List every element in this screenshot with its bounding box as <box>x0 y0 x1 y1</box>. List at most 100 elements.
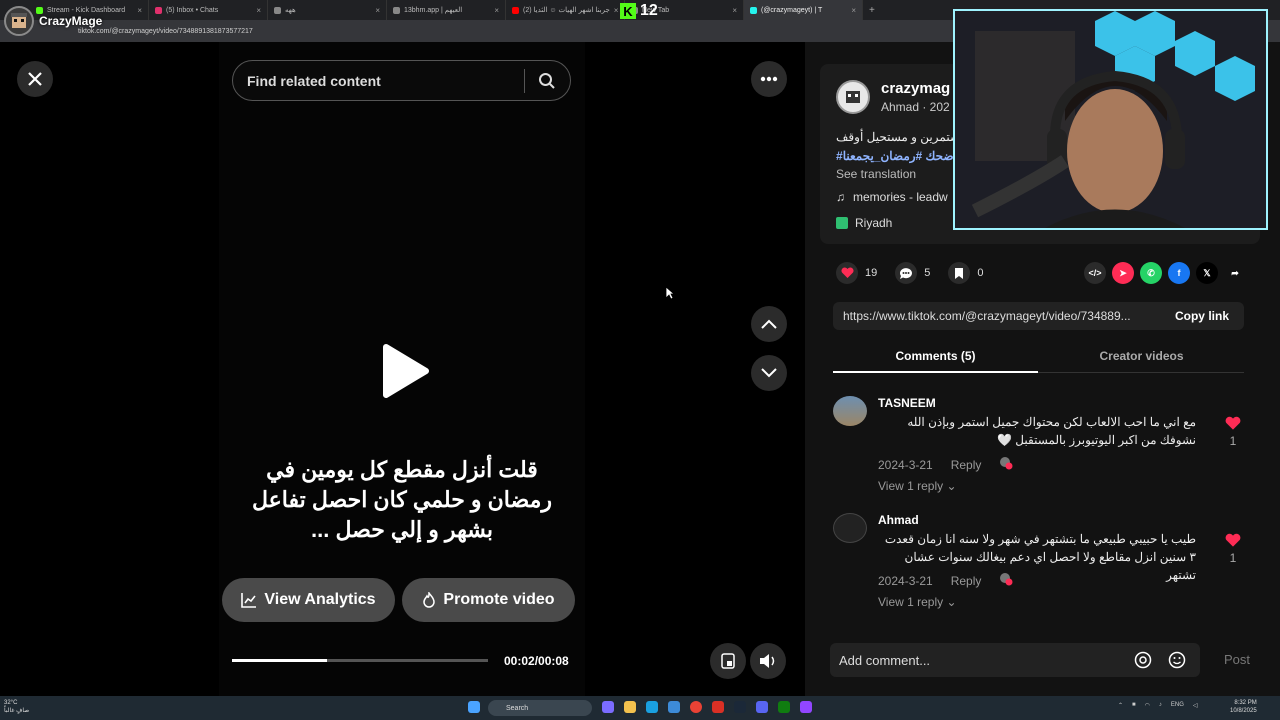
edge-icon[interactable] <box>646 701 658 713</box>
volume-icon[interactable]: ◁ <box>1193 702 1198 709</box>
view-analytics-button[interactable]: View Analytics <box>222 578 395 622</box>
browser-tab[interactable]: (2) جربنا اشهر الهيات ☺ الثديا × <box>506 0 625 20</box>
send-icon[interactable]: ➤ <box>1112 262 1134 284</box>
save-button[interactable]: 0 <box>948 262 984 284</box>
tab-comments[interactable]: Comments (5) <box>833 345 1038 373</box>
weather-widget[interactable]: 32°C صافٍ غالباً <box>4 699 29 715</box>
taskbar-clock[interactable]: 8:32 PM 10/8/2025 <box>1230 699 1257 715</box>
analytics-icon <box>241 593 257 608</box>
heart-icon <box>1225 533 1241 547</box>
tray-app-icon[interactable]: ■ <box>1132 702 1136 709</box>
tab-close-icon[interactable]: × <box>256 6 261 15</box>
file-explorer-icon[interactable] <box>624 701 636 713</box>
author-username[interactable]: crazymag <box>881 80 950 97</box>
browser-tab[interactable]: (5) Inbox • Chats × <box>149 0 268 20</box>
related-search-input[interactable]: Find related content <box>232 60 571 101</box>
commenter-avatar[interactable] <box>833 513 867 543</box>
tab-close-icon[interactable]: × <box>732 6 737 15</box>
microphone-icon[interactable]: ♪ <box>1159 702 1162 709</box>
emoji-icon[interactable] <box>1168 651 1186 672</box>
commenter-name[interactable]: Ahmad <box>878 513 919 527</box>
windows-start-icon[interactable] <box>468 701 480 713</box>
volume-button[interactable] <box>750 643 786 679</box>
browser-tab[interactable]: 13bhm.app | العيهم × <box>387 0 506 20</box>
browser-tab[interactable]: ههه × <box>268 0 387 20</box>
mouse-cursor <box>665 286 676 305</box>
share-arrow-icon[interactable]: ➦ <box>1224 262 1246 284</box>
mini-player-button[interactable] <box>710 643 746 679</box>
reply-button[interactable]: Reply <box>951 458 982 472</box>
comment-button[interactable]: 5 <box>895 262 930 284</box>
tab-creator-videos[interactable]: Creator videos <box>1039 345 1244 373</box>
comment-count: 5 <box>924 267 931 279</box>
comment-like-button[interactable]: 1 <box>1225 533 1241 565</box>
bookmark-icon <box>948 262 971 284</box>
speaker-icon <box>760 654 775 668</box>
add-comment-input[interactable]: Add comment... <box>830 643 1200 677</box>
post-hashtags[interactable]: #ضحك #رمضان_يجمعنا <box>836 149 954 163</box>
tab-close-icon[interactable]: × <box>851 6 856 15</box>
tab-close-icon[interactable]: × <box>375 6 380 15</box>
steam-icon[interactable] <box>734 701 746 713</box>
post-comment-button[interactable]: Post <box>1224 652 1250 667</box>
comment-meta: 2024-3-21 Reply <box>878 572 1013 589</box>
previous-video-button[interactable] <box>751 306 787 342</box>
video-progress-bar[interactable] <box>232 659 488 662</box>
play-icon <box>383 344 429 398</box>
comment-text: مع اني ما احب الالعاب لكن محتواك جميل اس… <box>907 415 1196 447</box>
x-twitter-icon[interactable]: 𝕏 <box>1196 262 1218 284</box>
tab-favicon-icon <box>750 6 757 14</box>
tab-close-icon[interactable]: × <box>614 6 619 15</box>
commenter-avatar[interactable] <box>833 396 867 426</box>
xbox-icon[interactable] <box>778 701 790 713</box>
gmail-icon[interactable] <box>712 701 724 713</box>
save-count: 0 <box>977 267 984 279</box>
app-icon[interactable] <box>800 701 812 713</box>
input-language[interactable]: ENG <box>1171 702 1184 709</box>
view-replies-button[interactable]: View 1 reply ⌄ <box>878 479 957 493</box>
mention-icon[interactable] <box>1134 651 1152 672</box>
play-button[interactable] <box>380 343 432 404</box>
embed-code-icon[interactable]: </> <box>1084 262 1106 284</box>
chevron-down-icon <box>761 368 777 378</box>
webcam-overlay <box>953 9 1268 230</box>
tab-title: (@crazymageyt) | T <box>761 6 823 14</box>
discord-icon[interactable] <box>756 701 768 713</box>
video-time: 00:02/00:08 <box>504 654 569 668</box>
streamer-name: CrazyMage <box>39 14 103 28</box>
weather-temp: 32°C <box>4 700 18 706</box>
promote-video-label: Promote video <box>443 591 555 608</box>
copy-link-button[interactable]: Copy link <box>1160 302 1244 330</box>
store-icon[interactable] <box>668 701 680 713</box>
comment-like-button[interactable]: 1 <box>1225 416 1241 448</box>
chevron-up-icon[interactable]: ⌃ <box>1118 702 1123 709</box>
browser-tab[interactable]: (@crazymageyt) | T × <box>744 0 863 20</box>
copilot-icon[interactable] <box>602 701 614 713</box>
like-button[interactable]: 19 <box>836 262 877 284</box>
comment-item: TASNEEM مع اني ما احب الالعاب لكن محتواك… <box>833 396 1244 506</box>
taskbar-search[interactable]: Search <box>488 700 592 716</box>
tab-favicon-icon <box>393 6 400 14</box>
next-video-button[interactable] <box>751 355 787 391</box>
wifi-icon[interactable]: ◠ <box>1145 702 1150 709</box>
chrome-icon[interactable] <box>690 701 702 713</box>
music-link[interactable]: ♫ memories - leadw <box>836 190 948 204</box>
search-icon[interactable] <box>538 72 556 93</box>
promote-video-button[interactable]: Promote video <box>402 578 575 622</box>
whatsapp-icon[interactable]: ✆ <box>1140 262 1162 284</box>
reply-button[interactable]: Reply <box>951 574 982 588</box>
location-tag[interactable]: Riyadh <box>836 216 892 230</box>
commenter-name[interactable]: TASNEEM <box>878 396 936 410</box>
close-button[interactable] <box>17 61 53 97</box>
creator-liked-icon <box>999 572 1013 589</box>
author-avatar[interactable] <box>836 80 870 114</box>
more-options-button[interactable] <box>751 61 787 97</box>
flame-icon <box>423 592 436 608</box>
see-translation-link[interactable]: See translation <box>836 167 916 181</box>
view-replies-button[interactable]: View 1 reply ⌄ <box>878 595 957 609</box>
facebook-icon[interactable]: f <box>1168 262 1190 284</box>
tab-close-icon[interactable]: × <box>494 6 499 15</box>
tab-close-icon[interactable]: × <box>137 6 142 15</box>
new-tab-icon[interactable]: + <box>863 5 881 16</box>
view-replies-label: View 1 reply <box>878 479 944 493</box>
